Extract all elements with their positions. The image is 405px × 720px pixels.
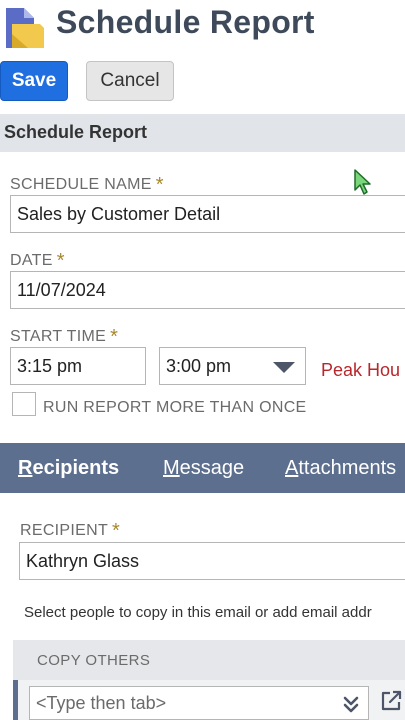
start-time-label-text: START TIME: [10, 328, 107, 345]
start-time-input[interactable]: 3:15 pm: [10, 347, 146, 385]
start-time-label: START TIME *: [10, 326, 118, 349]
tab-attachments-hotkey: A: [285, 457, 299, 479]
run-more-than-once-label: RUN REPORT MORE THAN ONCE: [43, 399, 307, 416]
tab-recipients-hotkey: R: [18, 457, 33, 479]
cursor-icon: [354, 169, 371, 195]
save-button[interactable]: Save: [0, 61, 68, 101]
tab-recipients-label: ecipients: [32, 457, 120, 479]
section-header: Schedule Report: [0, 114, 405, 152]
copy-helper-text: Select people to copy in this email or a…: [24, 604, 372, 621]
required-mark: *: [56, 250, 65, 272]
row-accent: [13, 680, 18, 720]
copy-others-input[interactable]: <Type then tab>: [29, 686, 369, 720]
copy-others-row: <Type then tab>: [13, 680, 405, 720]
start-time-select-value: 3:00 pm: [166, 355, 232, 376]
tab-attachments[interactable]: Attachments: [285, 457, 396, 480]
cancel-button[interactable]: Cancel: [86, 61, 174, 101]
recipient-input[interactable]: Kathryn Glass: [19, 542, 405, 580]
page-title: Schedule Report: [56, 4, 315, 40]
tab-message-label: essage: [179, 457, 245, 479]
report-icon: [6, 8, 44, 48]
tab-message-hotkey: M: [163, 457, 180, 479]
date-label-text: DATE: [10, 252, 53, 269]
start-time-select[interactable]: 3:00 pm: [159, 347, 306, 385]
date-input[interactable]: 11/07/2024: [10, 271, 405, 309]
required-mark: *: [112, 520, 121, 542]
peak-hours-note: Peak Hou: [321, 360, 401, 380]
date-label: DATE *: [10, 250, 65, 273]
recipient-label: RECIPIENT *: [20, 520, 120, 543]
tab-attachments-label: ttachments: [298, 457, 397, 479]
tab-message[interactable]: Message: [163, 457, 244, 480]
chevron-down-icon[interactable]: [273, 362, 295, 373]
copy-others-label: COPY OTHERS: [37, 652, 151, 669]
schedule-name-label-text: SCHEDULE NAME: [10, 176, 152, 193]
schedule-name-label: SCHEDULE NAME *: [10, 174, 164, 197]
copy-others-placeholder: <Type then tab>: [36, 692, 167, 713]
tab-recipients[interactable]: Recipients: [18, 457, 119, 480]
recipient-label-text: RECIPIENT: [20, 522, 109, 539]
run-more-than-once-checkbox[interactable]: [12, 392, 36, 416]
tabs-bar: Recipients Message Attachments: [0, 443, 405, 493]
section-title: Schedule Report: [4, 122, 148, 142]
required-mark: *: [155, 174, 164, 196]
external-link-icon[interactable]: [380, 690, 402, 712]
required-mark: *: [110, 326, 119, 348]
double-chevron-down-icon[interactable]: [342, 695, 360, 713]
page-header: Schedule Report: [0, 0, 405, 52]
schedule-name-input[interactable]: Sales by Customer Detail: [10, 195, 405, 233]
copy-others-header: COPY OTHERS: [13, 640, 405, 680]
